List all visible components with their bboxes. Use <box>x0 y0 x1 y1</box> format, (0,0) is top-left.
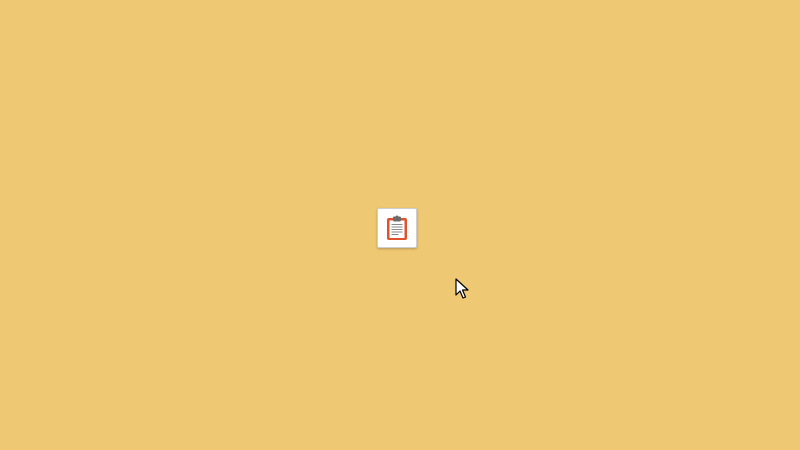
clipboard-tile-button[interactable] <box>377 208 417 248</box>
clipboard-icon <box>387 215 407 240</box>
mouse-pointer-icon <box>455 278 469 299</box>
desktop-background <box>0 0 800 450</box>
